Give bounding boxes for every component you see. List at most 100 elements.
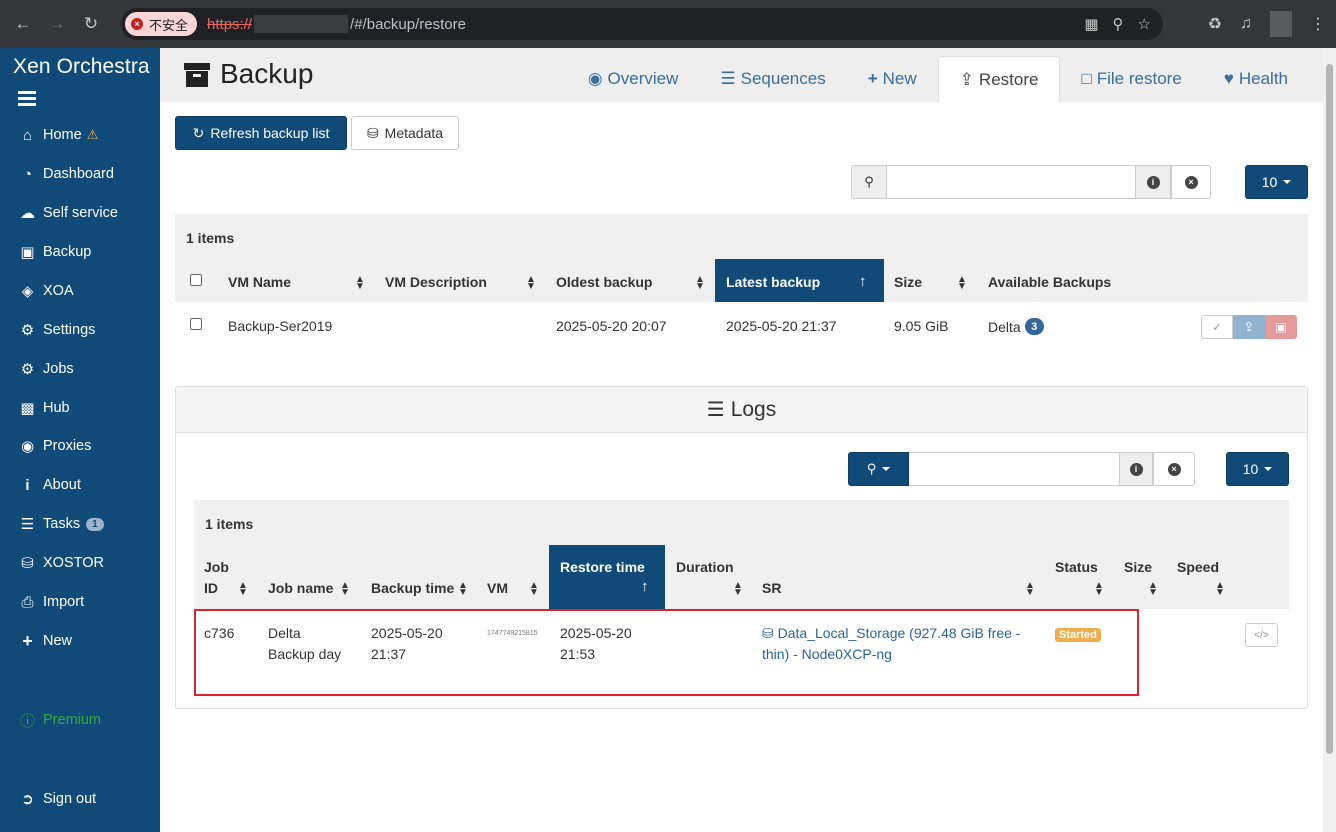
logs-search-input[interactable] xyxy=(909,452,1119,486)
address-bar[interactable]: × 不安全 https:// /#/backup/restore ▦ ⚲ ☆ xyxy=(121,8,1163,40)
filter-info-button[interactable]: i xyxy=(1135,165,1171,199)
search-icon[interactable]: ⚲ xyxy=(851,165,887,199)
zoom-icon[interactable]: ⚲ xyxy=(1113,15,1124,33)
tab-restore[interactable]: ⇪ Restore xyxy=(937,56,1061,102)
tab-label: Health xyxy=(1238,69,1288,88)
back-icon[interactable]: ← xyxy=(12,13,34,35)
metadata-button[interactable]: ⛁ Metadata xyxy=(351,116,459,150)
sort-icon[interactable]: ▲ ▼ xyxy=(458,581,468,598)
col-restore-time[interactable]: Restore time xyxy=(560,559,645,575)
sidebar-item-backup[interactable]: ▣ Backup xyxy=(17,241,91,263)
logs-filter-info-button[interactable]: i xyxy=(1119,452,1153,486)
tab-file-restore[interactable]: □ File restore xyxy=(1060,56,1202,102)
sort-icon[interactable]: ▲ ▼ xyxy=(340,581,350,598)
col-job-name[interactable]: Job name xyxy=(268,580,333,596)
profile-avatar[interactable] xyxy=(1270,11,1292,37)
scrollbar-thumb[interactable] xyxy=(1326,64,1333,754)
media-icon[interactable]: ♫ xyxy=(1240,15,1252,33)
forward-icon[interactable]: → xyxy=(46,13,68,35)
sort-asc-icon[interactable]: ↑ xyxy=(859,273,867,290)
sidebar-item-home[interactable]: ⌂ Home ⚠ xyxy=(17,124,98,146)
sidebar-item-tasks[interactable]: ☰ Tasks 1 xyxy=(17,513,104,535)
col-vm[interactable]: VM xyxy=(487,580,508,596)
logs-clear-filter-button[interactable]: × xyxy=(1153,452,1195,486)
backup-search-input[interactable] xyxy=(887,165,1135,199)
hamburger-icon[interactable] xyxy=(18,91,36,109)
sort-icon[interactable]: ▲ ▼ xyxy=(238,581,248,598)
sort-asc-icon[interactable]: ↑ xyxy=(641,578,649,595)
trash-icon[interactable]: ▣ xyxy=(1265,315,1297,339)
logs-panel: ☰ Logs ⚲ i × 10 1 items Job ID ▲ ▼ Job na… xyxy=(175,386,1308,709)
sidebar-item-dashboard[interactable]: ◔ Dashboard xyxy=(17,163,114,185)
row-checkbox[interactable] xyxy=(190,318,202,330)
col-job-id-line2[interactable]: ID xyxy=(204,580,218,596)
sidebar-item-new[interactable]: + New xyxy=(17,630,72,652)
page-scrollbar[interactable] xyxy=(1323,48,1336,832)
sidebar-item-jobs[interactable]: ⚙ Jobs xyxy=(17,358,74,380)
col-size[interactable]: Size xyxy=(894,274,922,290)
sidebar-item-self-service[interactable]: ☁ Self service xyxy=(17,202,118,224)
sidebar-item-sign-out[interactable]: ➲ Sign out xyxy=(17,788,96,810)
file-icon: □ xyxy=(1081,69,1092,88)
translate-icon[interactable]: ▦ xyxy=(1084,15,1098,33)
page-size-value: 10 xyxy=(1261,174,1278,190)
check-icon[interactable]: ✓ xyxy=(1201,315,1233,339)
col-latest-backup[interactable]: Latest backup xyxy=(726,274,820,290)
col-speed[interactable]: Speed xyxy=(1177,559,1219,575)
col-sr[interactable]: SR xyxy=(762,580,781,596)
sort-icon[interactable]: ▲ ▼ xyxy=(526,275,536,292)
col-size[interactable]: Size xyxy=(1124,559,1152,575)
logs-page-size-select[interactable]: 10 xyxy=(1226,452,1289,486)
import-icon: ⎙ xyxy=(21,593,34,611)
sort-icon[interactable]: ▲ ▼ xyxy=(529,581,539,598)
col-job-id-line1[interactable]: Job xyxy=(204,559,229,575)
reload-icon[interactable]: ↻ xyxy=(80,13,102,35)
sort-icon[interactable]: ▲ ▼ xyxy=(957,275,967,292)
sidebar-item-settings[interactable]: ⚙ Settings xyxy=(17,319,96,341)
select-all-checkbox[interactable] xyxy=(190,274,202,286)
sidebar-item-xostor[interactable]: ⛁ XOSTOR xyxy=(17,552,104,574)
col-vm-description[interactable]: VM Description xyxy=(385,274,487,290)
brand-title[interactable]: Xen Orchestra xyxy=(13,55,150,79)
url-host-redacted xyxy=(254,15,349,33)
sidebar-item-about[interactable]: i About xyxy=(17,474,81,496)
sidebar-item-proxies[interactable]: ◉ Proxies xyxy=(17,435,91,457)
sort-icon[interactable]: ▲ ▼ xyxy=(733,581,743,598)
insecure-chip[interactable]: × 不安全 xyxy=(125,12,198,36)
sidebar-item-import[interactable]: ⎙ Import xyxy=(17,591,84,613)
code-icon[interactable]: </> xyxy=(1245,623,1278,647)
premium-label: Premium xyxy=(43,712,102,728)
extensions-icon[interactable]: ♻ xyxy=(1208,14,1222,34)
bookmark-star-icon[interactable]: ☆ xyxy=(1138,15,1151,33)
tab-health[interactable]: ♥ Health xyxy=(1203,56,1309,102)
restore-time-header-active[interactable] xyxy=(549,545,665,609)
col-duration[interactable]: Duration xyxy=(676,559,734,575)
sidebar-item-premium[interactable]: ⓘ Premium xyxy=(17,709,101,731)
url-text[interactable]: https:// /#/backup/restore xyxy=(207,15,466,33)
plus-icon: + xyxy=(22,630,33,651)
restore-upload-icon[interactable]: ⇪ xyxy=(1233,315,1265,339)
refresh-backup-list-button[interactable]: ↻ Refresh backup list xyxy=(175,116,347,150)
logs-items-count: 1 items xyxy=(205,516,254,532)
col-vm-name[interactable]: VM Name xyxy=(228,274,291,290)
refresh-icon: ↻ xyxy=(192,124,205,141)
sort-icon[interactable]: ▲ ▼ xyxy=(1148,581,1158,598)
sidebar-item-hub[interactable]: ▩ Hub xyxy=(17,397,69,419)
sort-icon[interactable]: ▲ ▼ xyxy=(1094,581,1104,598)
clear-filter-button[interactable]: × xyxy=(1171,165,1211,199)
tab-overview[interactable]: ◉ Overview xyxy=(567,56,700,102)
sort-icon[interactable]: ▲ ▼ xyxy=(1025,581,1035,598)
col-oldest-backup[interactable]: Oldest backup xyxy=(556,274,652,290)
col-status[interactable]: Status xyxy=(1055,559,1098,575)
menu-dots-icon[interactable]: ⋮ xyxy=(1310,14,1326,34)
tab-new[interactable]: + New xyxy=(847,56,938,102)
logs-search-dropdown[interactable]: ⚲ xyxy=(848,452,909,486)
sort-icon[interactable]: ▲ ▼ xyxy=(695,275,705,292)
sort-icon[interactable]: ▲ ▼ xyxy=(1215,581,1225,598)
col-backup-time[interactable]: Backup time xyxy=(371,580,454,596)
backup-page-size-select[interactable]: 10 xyxy=(1245,165,1308,199)
page-title-text: Backup xyxy=(220,58,314,89)
sidebar-item-xoa[interactable]: ◈ XOA xyxy=(17,280,74,302)
sort-icon[interactable]: ▲ ▼ xyxy=(355,275,365,292)
tab-sequences[interactable]: ☰ Sequences xyxy=(699,56,846,102)
